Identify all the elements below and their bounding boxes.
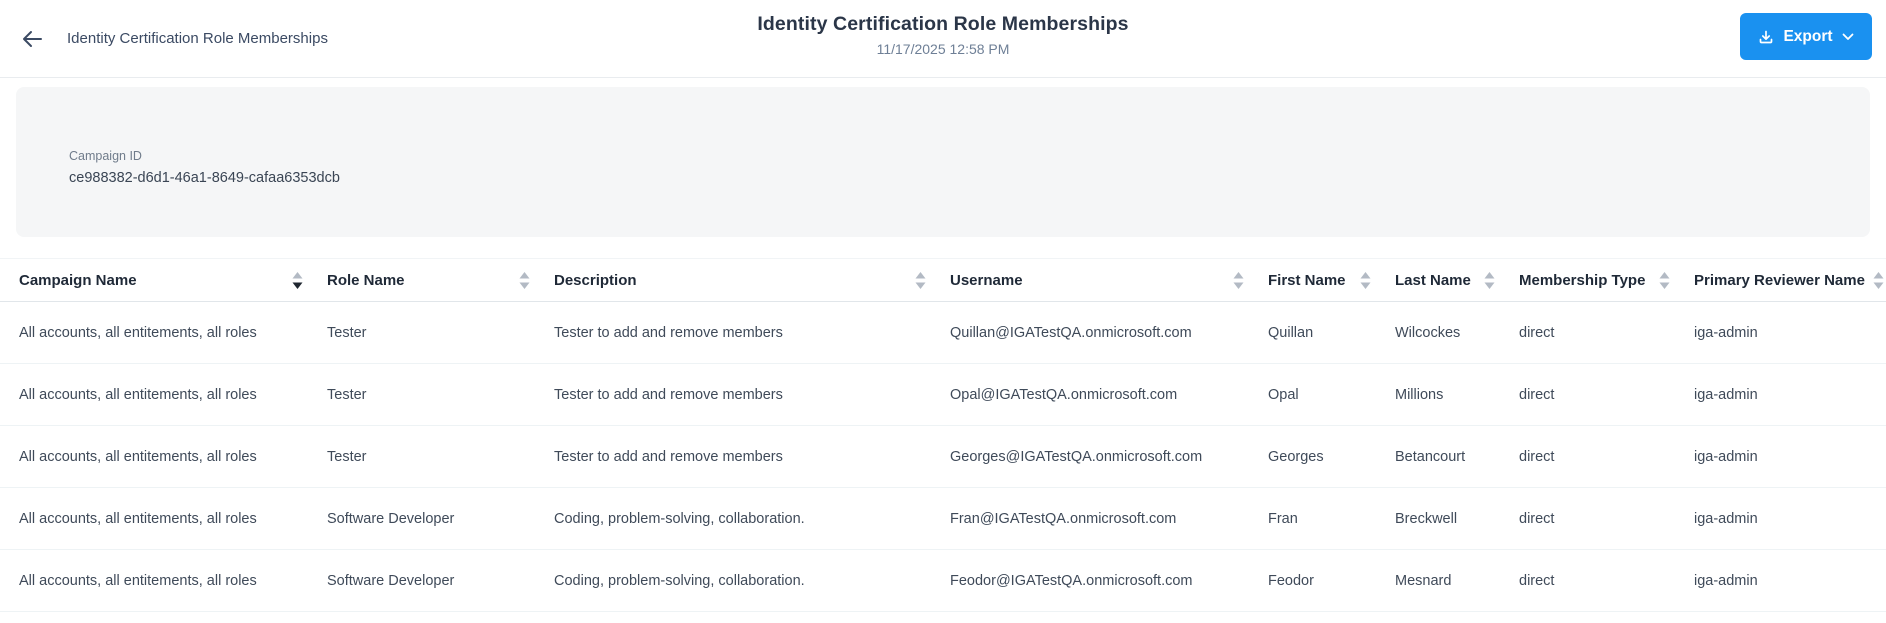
table-row: All accounts, all entitements, all roles… (0, 364, 1886, 426)
breadcrumb: Identity Certification Role Memberships (67, 30, 328, 47)
cell-description: Coding, problem-solving, collaboration. (554, 510, 805, 527)
cell-role-name: Tester (327, 448, 367, 465)
cell-last-name: Wilcockes (1395, 324, 1461, 341)
cell-membership-type: direct (1519, 324, 1555, 341)
column-header-label: Primary Reviewer Name (1694, 271, 1865, 289)
column-header-last-name[interactable]: Last Name (1395, 259, 1519, 301)
table-row: All accounts, all entitements, all roles… (0, 302, 1886, 364)
cell-last-name: Mesnard (1395, 572, 1452, 589)
table-row: All accounts, all entitements, all roles… (0, 550, 1886, 612)
cell-first-name: Feodor (1268, 572, 1314, 589)
cell-primary-reviewer-name: iga-admin (1694, 386, 1758, 403)
sort-icon (1233, 271, 1244, 289)
cell-last-name: Millions (1395, 386, 1444, 403)
sort-icon (915, 271, 926, 289)
sort-icon (519, 271, 530, 289)
sort-icon (1484, 271, 1495, 289)
chevron-down-icon (1842, 33, 1854, 41)
column-header-label: Description (554, 271, 637, 289)
table-row: All accounts, all entitements, all roles… (0, 488, 1886, 550)
cell-first-name: Opal (1268, 386, 1299, 403)
download-icon (1758, 29, 1774, 45)
cell-description: Tester to add and remove members (554, 324, 783, 341)
sort-icon (292, 271, 303, 289)
sort-icon (1659, 271, 1670, 289)
column-header-primary-reviewer-name[interactable]: Primary Reviewer Name (1694, 259, 1886, 301)
report-timestamp: 11/17/2025 12:58 PM (876, 41, 1010, 57)
back-button[interactable] (19, 26, 45, 52)
cell-campaign-name: All accounts, all entitements, all roles (19, 386, 257, 403)
cell-last-name: Betancourt (1395, 448, 1466, 465)
column-header-description[interactable]: Description (554, 259, 950, 301)
cell-first-name: Quillan (1268, 324, 1314, 341)
column-header-role-name[interactable]: Role Name (327, 259, 554, 301)
cell-campaign-name: All accounts, all entitements, all roles (19, 510, 257, 527)
table-body: All accounts, all entitements, all roles… (0, 302, 1886, 612)
sort-icon (1873, 271, 1884, 289)
cell-campaign-name: All accounts, all entitements, all roles (19, 572, 257, 589)
cell-primary-reviewer-name: iga-admin (1694, 448, 1758, 465)
column-header-label: First Name (1268, 271, 1346, 289)
top-bar: Identity Certification Role Memberships … (0, 0, 1886, 78)
page-title: Identity Certification Role Memberships (757, 13, 1129, 35)
column-header-campaign-name[interactable]: Campaign Name (0, 259, 327, 301)
campaign-id-label: Campaign ID (69, 149, 142, 163)
cell-campaign-name: All accounts, all entitements, all roles (19, 324, 257, 341)
column-header-label: Role Name (327, 271, 405, 289)
cell-membership-type: direct (1519, 448, 1555, 465)
cell-username: Fran@IGATestQA.onmicrosoft.com (950, 510, 1177, 527)
cell-primary-reviewer-name: iga-admin (1694, 510, 1758, 527)
column-header-membership-type[interactable]: Membership Type (1519, 259, 1694, 301)
cell-campaign-name: All accounts, all entitements, all roles (19, 448, 257, 465)
export-button[interactable]: Export (1740, 13, 1872, 60)
cell-first-name: Georges (1268, 448, 1324, 465)
column-header-label: Campaign Name (19, 271, 137, 289)
column-header-username[interactable]: Username (950, 259, 1268, 301)
sort-icon (1360, 271, 1371, 289)
table-row: All accounts, all entitements, all roles… (0, 426, 1886, 488)
cell-role-name: Tester (327, 386, 367, 403)
cell-role-name: Tester (327, 324, 367, 341)
column-header-label: Username (950, 271, 1023, 289)
export-button-label: Export (1783, 27, 1833, 45)
cell-username: Georges@IGATestQA.onmicrosoft.com (950, 448, 1203, 465)
memberships-table: Campaign Name Role Name Description Usernam… (0, 258, 1886, 612)
cell-first-name: Fran (1268, 510, 1298, 527)
cell-description: Coding, problem-solving, collaboration. (554, 572, 805, 589)
cell-username: Feodor@IGATestQA.onmicrosoft.com (950, 572, 1193, 589)
column-header-label: Membership Type (1519, 271, 1646, 289)
cell-primary-reviewer-name: iga-admin (1694, 572, 1758, 589)
cell-membership-type: direct (1519, 386, 1555, 403)
cell-role-name: Software Developer (327, 510, 455, 527)
cell-username: Opal@IGATestQA.onmicrosoft.com (950, 386, 1178, 403)
cell-username: Quillan@IGATestQA.onmicrosoft.com (950, 324, 1192, 341)
table-header-row: Campaign Name Role Name Description Usernam… (0, 258, 1886, 302)
campaign-id-value: ce988382-d6d1-46a1-8649-cafaa6353dcb (69, 170, 340, 186)
cell-primary-reviewer-name: iga-admin (1694, 324, 1758, 341)
cell-last-name: Breckwell (1395, 510, 1458, 527)
column-header-first-name[interactable]: First Name (1268, 259, 1395, 301)
column-header-label: Last Name (1395, 271, 1471, 289)
cell-role-name: Software Developer (327, 572, 455, 589)
cell-description: Tester to add and remove members (554, 386, 783, 403)
cell-description: Tester to add and remove members (554, 448, 783, 465)
cell-membership-type: direct (1519, 572, 1555, 589)
back-arrow-icon (21, 29, 43, 49)
campaign-panel: Campaign ID ce988382-d6d1-46a1-8649-cafa… (16, 87, 1870, 237)
cell-membership-type: direct (1519, 510, 1555, 527)
